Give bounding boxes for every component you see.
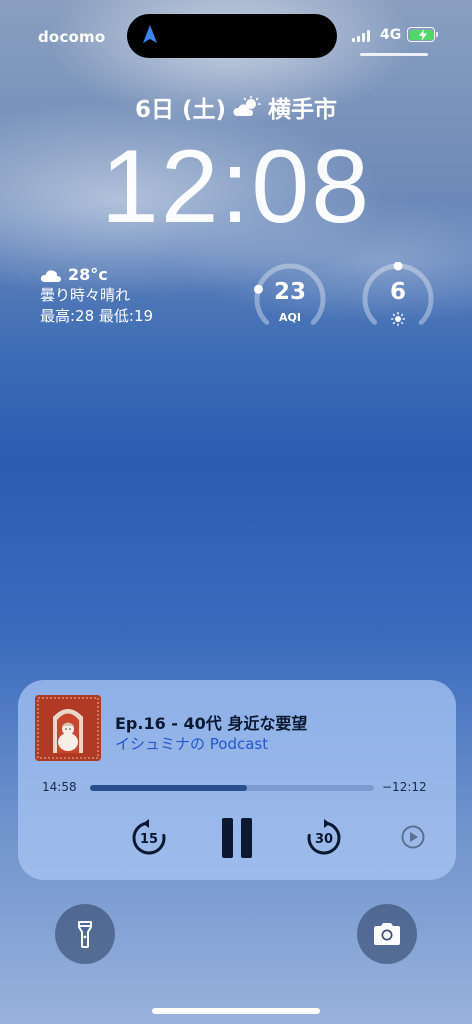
weather-temperature: 28°c — [68, 265, 108, 284]
battery-icon — [407, 27, 435, 42]
now-playing-widget[interactable]: Ep.16 - 40代 身近な要望 イシュミナの Podcast 14:58 −… — [18, 680, 456, 880]
date-label: 6日 (土) — [134, 97, 227, 123]
aqi-widget[interactable]: 23 AQI — [253, 262, 327, 336]
network-type: 4G — [380, 27, 402, 43]
lock-screen-clock: 12:08 — [100, 129, 372, 245]
cellular-signal-icon — [352, 29, 370, 42]
aqi-label: AQI — [279, 311, 301, 324]
home-indicator[interactable] — [152, 1008, 320, 1014]
podcast-name[interactable]: イシュミナの Podcast — [115, 733, 268, 754]
skip-back-button[interactable]: 15 — [129, 818, 169, 858]
album-artwork[interactable] — [35, 695, 101, 761]
carrier-name: docomo — [38, 28, 106, 46]
flashlight-button[interactable] — [55, 904, 115, 964]
skip-forward-button[interactable]: 30 — [304, 818, 344, 858]
aqi-value: 23 — [273, 279, 306, 305]
skip-back-label: 15 — [140, 832, 158, 847]
cloud-icon — [40, 269, 61, 282]
flashlight-icon — [78, 921, 92, 948]
uv-gauge-dot — [393, 261, 403, 271]
uv-value: 6 — [389, 279, 406, 305]
weather-condition: 曇り時々晴れ — [40, 286, 131, 304]
sun-icon — [391, 312, 405, 326]
skip-back-15-icon: 15 — [132, 819, 166, 855]
pause-icon — [222, 818, 252, 858]
weather-widget[interactable]: 28°c 曇り時々晴れ 最高:28 最低:19 — [40, 264, 153, 327]
uv-index-widget[interactable]: 6 — [361, 261, 435, 336]
dynamic-island[interactable] — [127, 14, 337, 58]
date-weather-row[interactable]: 6日 (土) 横手市 — [0, 90, 472, 124]
city-label: 横手市 — [268, 97, 338, 123]
navigation-arrow-icon — [143, 25, 157, 43]
camera-button[interactable] — [357, 904, 417, 964]
playback-progress-fill — [90, 785, 247, 791]
pause-button[interactable] — [217, 816, 257, 860]
airplay-icon — [401, 825, 425, 849]
partly-cloudy-icon — [233, 96, 261, 116]
skip-forward-label: 30 — [315, 832, 333, 847]
skip-forward-30-icon: 30 — [307, 819, 341, 855]
elapsed-time: 14:58 — [42, 780, 77, 794]
battery-cap — [436, 32, 438, 37]
weather-high-low: 最高:28 最低:19 — [40, 307, 154, 325]
control-center-indicator[interactable] — [360, 53, 428, 56]
podcast-cover-image — [35, 695, 101, 761]
camera-icon — [374, 923, 400, 945]
remaining-time: −12:12 — [382, 780, 427, 794]
playback-scrubber[interactable] — [90, 785, 374, 791]
track-title: Ep.16 - 40代 身近な要望 — [115, 714, 308, 733]
airplay-button[interactable] — [400, 824, 426, 850]
charging-bolt-icon — [418, 28, 427, 41]
